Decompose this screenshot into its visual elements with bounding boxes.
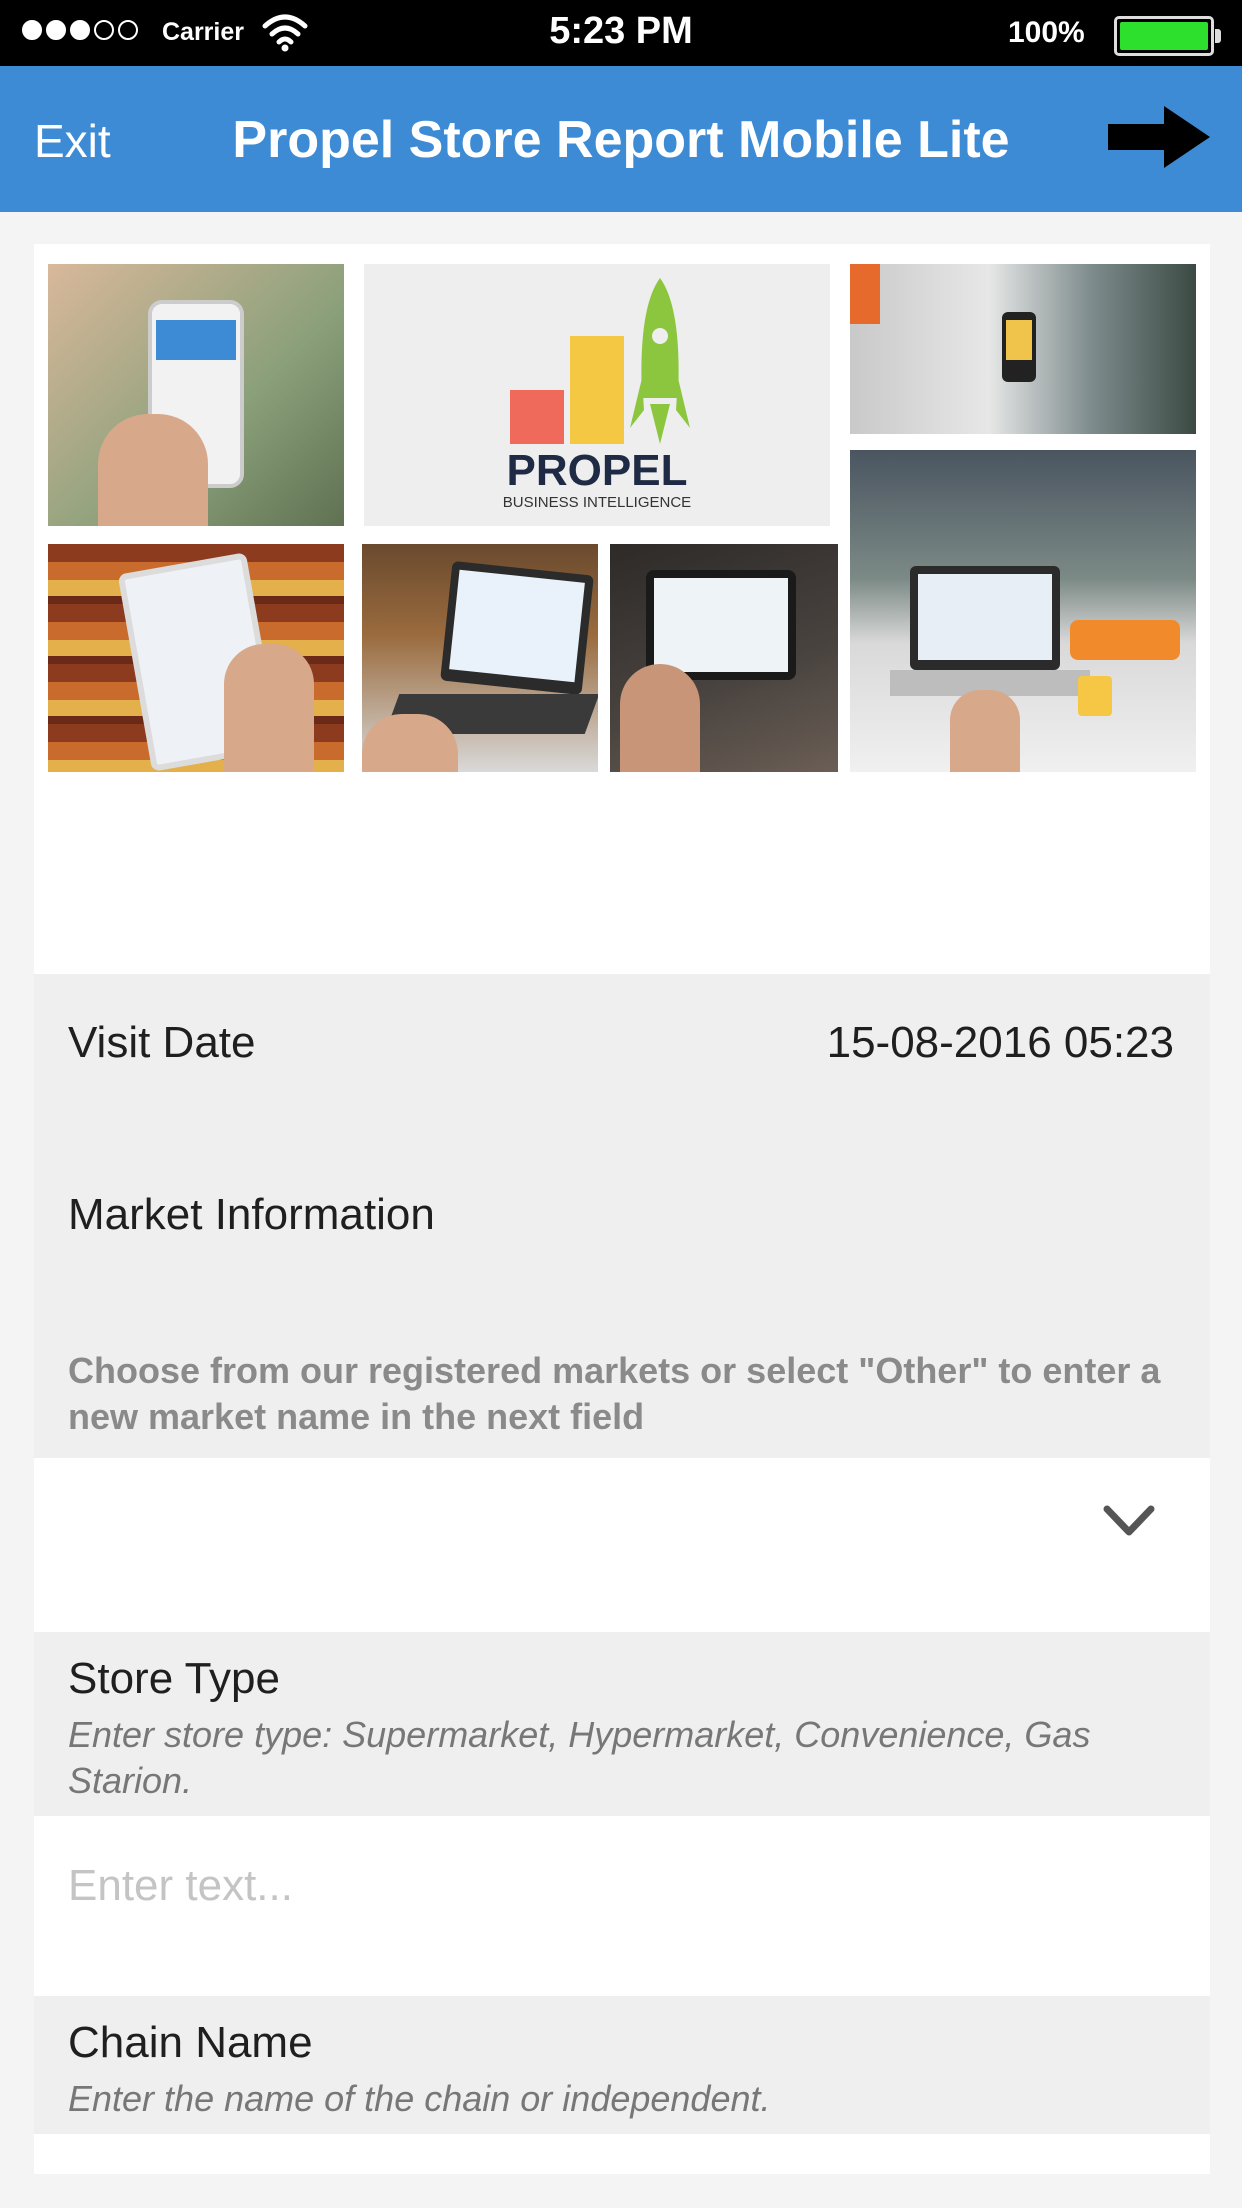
page-title: Propel Store Report Mobile Lite: [232, 111, 1010, 169]
propel-logo: PROPEL BUSINESS INTELLIGENCE: [364, 264, 830, 526]
store-type-row: [34, 1816, 1210, 1996]
market-information-label: Market Information: [68, 1190, 435, 1239]
rocket-icon: [630, 278, 690, 444]
chain-name-hint: Enter the name of the chain or independe…: [68, 2078, 771, 2119]
market-select[interactable]: [34, 1458, 1210, 1632]
phone-in-hand-photo: [48, 264, 344, 526]
laptop-dashboard-photo: [362, 544, 598, 772]
logo-wordmark: PROPEL: [506, 446, 688, 495]
tablet-store-shelf-photo: [48, 544, 344, 772]
visit-date-value: 15-08-2016 05:23: [826, 1018, 1174, 1067]
status-bar: Carrier 5:23 PM 100%: [0, 0, 1242, 66]
chain-name-label: Chain Name: [68, 2018, 313, 2067]
visit-date-label: Visit Date: [68, 1018, 256, 1067]
arrow-right-icon[interactable]: [1104, 102, 1214, 172]
market-help-text: Choose from our registered markets or se…: [68, 1350, 1161, 1437]
store-type-hint: Enter store type: Supermarket, Hypermark…: [68, 1714, 1091, 1801]
header-image-collage: PROPEL BUSINESS INTELLIGENCE: [34, 244, 1210, 974]
chevron-down-icon[interactable]: [1102, 1504, 1156, 1538]
store-type-section: Store Type Enter store type: Supermarket…: [34, 1632, 1210, 1816]
navigation-bar: Exit Propel Store Report Mobile Lite: [0, 66, 1242, 212]
office-laptop-photo: [850, 450, 1196, 772]
chain-name-input-row[interactable]: [34, 2134, 1210, 2174]
city-phone-photo: [850, 264, 1196, 434]
logo-tagline: BUSINESS INTELLIGENCE: [502, 494, 692, 511]
store-type-input[interactable]: [68, 1856, 1168, 1916]
tablet-dashboard-photo: [610, 544, 838, 772]
chain-name-section: Chain Name Enter the name of the chain o…: [34, 1996, 1210, 2134]
battery-icon: [1114, 16, 1221, 56]
battery-percentage: 100%: [1008, 16, 1085, 49]
store-type-label: Store Type: [68, 1654, 280, 1703]
visit-info-section: Visit Date 15-08-2016 05:23 Market Infor…: [34, 974, 1210, 1458]
